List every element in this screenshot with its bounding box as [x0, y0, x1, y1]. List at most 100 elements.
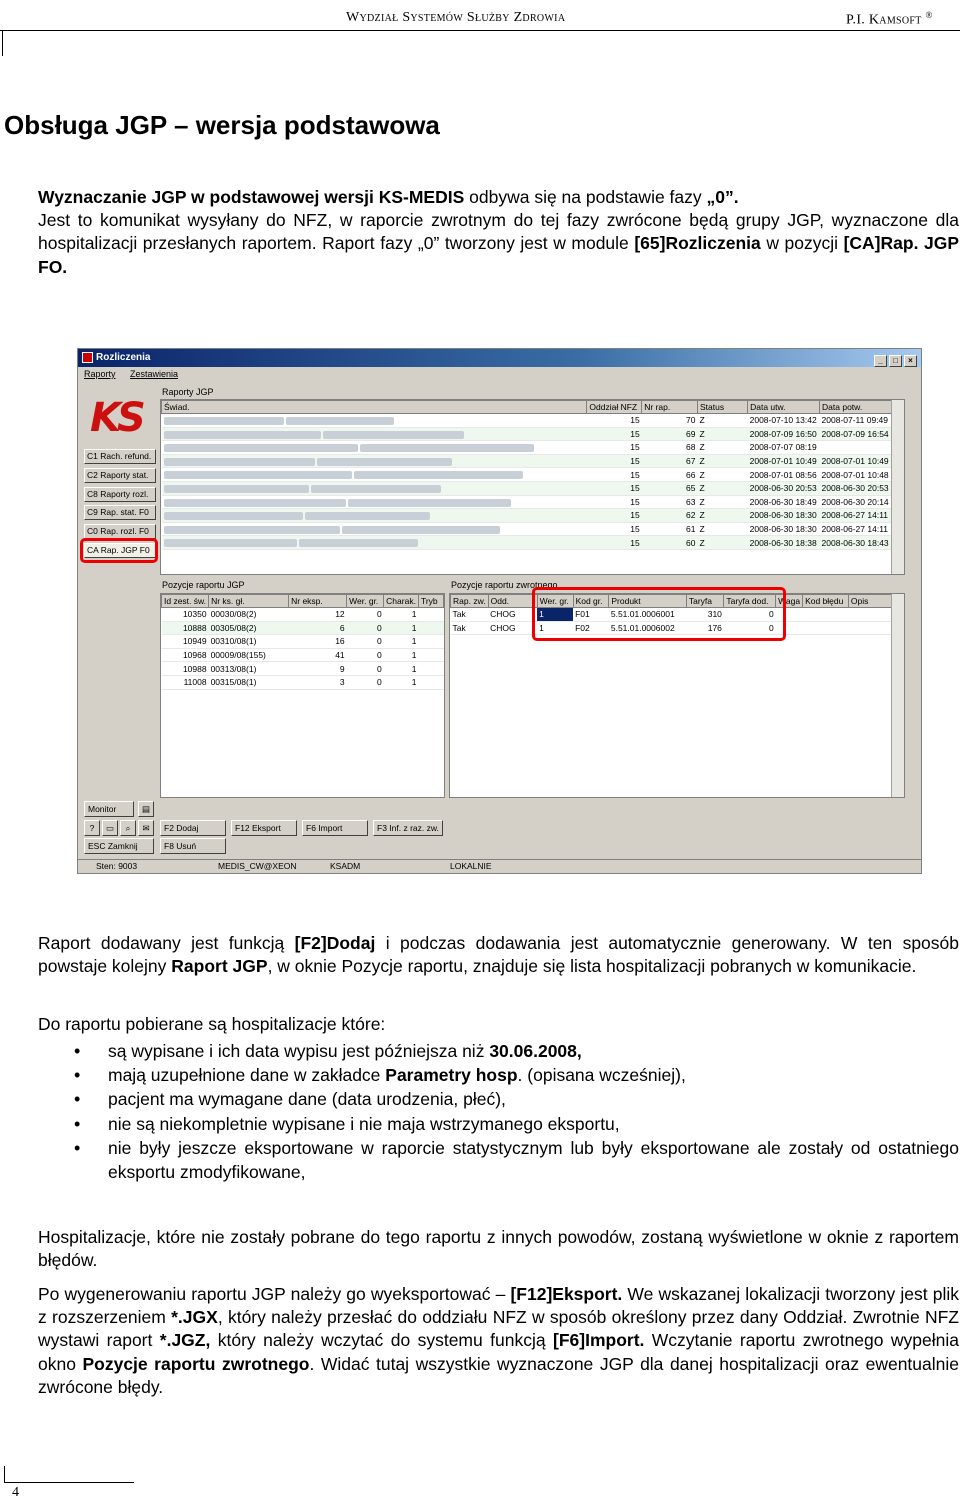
table-cell: 0	[346, 675, 384, 690]
table-row[interactable]: 10968 00009/08(155) 41 0 1	[161, 648, 444, 663]
table-cell: 2008-06-27 14:11	[819, 508, 892, 523]
pos-col-id[interactable]: Id zest. św.	[160, 594, 210, 608]
maximize-icon[interactable]: □	[889, 355, 902, 367]
redacted-cell	[161, 535, 587, 550]
inf-button[interactable]: F3 Inf. z raz. zw.	[373, 820, 443, 836]
export-button[interactable]: F12 Eksport	[231, 820, 297, 836]
table-cell: 15	[586, 454, 642, 469]
table-cell: 2008-06-30 18:30	[747, 522, 820, 537]
nav-c0[interactable]: C0 Rap. rozl. F0	[84, 524, 156, 539]
reports-table: Świad. Oddział NFZ Nr rap. Status Data u…	[160, 400, 892, 550]
table-cell: Z	[697, 508, 748, 523]
ks-logo: KS	[90, 395, 146, 441]
monitor-button[interactable]: Monitor	[84, 801, 134, 817]
table-cell: 00310/08(1)	[208, 634, 289, 649]
table-row[interactable]: 15 67 Z 2008-07-01 10:49 2008-07-01 10:49	[161, 454, 892, 469]
table-cell: 1	[383, 675, 419, 690]
table-row[interactable]: 15 65 Z 2008-06-30 20:53 2008-06-30 20:53	[161, 481, 892, 496]
menubar: Raporty Zestawienia	[78, 367, 921, 382]
col-datapotw[interactable]: Data potw.	[819, 400, 892, 414]
col-nrrap[interactable]: Nr rap.	[641, 400, 698, 414]
pos-col-wergr[interactable]: Wer. gr.	[346, 594, 385, 608]
pos-col-nreksp[interactable]: Nr eksp.	[288, 594, 348, 608]
table-cell	[848, 621, 892, 636]
table-row[interactable]: 15 66 Z 2008-07-01 08:56 2008-07-01 10:48	[161, 467, 892, 482]
menu-zestawienia[interactable]: Zestawienia	[130, 369, 178, 379]
window-titlebar: Rozliczenia _ □ ×	[78, 349, 921, 367]
table-row[interactable]: 15 69 Z 2008-07-09 16:50 2008-07-09 16:54	[161, 427, 892, 442]
table-row[interactable]: 11008 00315/08(1) 3 0 1	[161, 675, 444, 690]
close-button[interactable]: ESC Zamknij	[84, 838, 154, 854]
footer-rule	[4, 1482, 134, 1483]
lock-icon[interactable]: ▤	[138, 801, 154, 817]
return-scrollbar[interactable]	[891, 594, 904, 797]
table-cell: 2008-07-01 10:49	[747, 454, 820, 469]
table-row[interactable]: 15 62 Z 2008-06-30 18:30 2008-06-27 14:11	[161, 508, 892, 523]
table-cell: 00313/08(1)	[208, 661, 289, 676]
table-cell: Z	[697, 440, 748, 455]
ret-col-opis[interactable]: Opis	[847, 594, 893, 608]
import-button[interactable]: F6 Import	[302, 820, 368, 836]
table-cell: 15	[586, 495, 642, 510]
ret-col-kodbledu[interactable]: Kod błędu	[802, 594, 849, 608]
close-icon[interactable]: ×	[904, 355, 917, 367]
nav-c8[interactable]: C8 Raporty rozl.	[84, 487, 156, 502]
table-row[interactable]: 15 68 Z 2008-07-07 08:19	[161, 440, 892, 455]
table-row[interactable]: 10888 00305/08(2) 6 0 1	[161, 621, 444, 636]
status-module: KSADM	[330, 861, 361, 871]
redacted-cell	[161, 440, 587, 455]
pos-col-nrks[interactable]: Nr ks. gł.	[208, 594, 290, 608]
table-cell: 0	[346, 648, 384, 663]
table-row[interactable]: 15 60 Z 2008-06-30 18:38 2008-06-30 18:43	[161, 535, 892, 550]
table-cell: 15	[586, 508, 642, 523]
delete-button[interactable]: F8 Usuń	[160, 838, 226, 854]
table-cell: 6	[288, 621, 347, 636]
list-item: są wypisane i ich data wypisu jest późni…	[4, 1039, 959, 1063]
header-right: P.I. Kamsoft ®	[846, 10, 933, 28]
table-cell: 66	[641, 467, 698, 482]
table-cell: 2008-07-01 10:49	[819, 454, 892, 469]
col-oddzial[interactable]: Oddział NFZ	[586, 400, 643, 414]
col-datautw[interactable]: Data utw.	[747, 400, 821, 414]
table-cell: 00315/08(1)	[208, 675, 289, 690]
add-button[interactable]: F2 Dodaj	[160, 820, 226, 836]
redacted-cell	[161, 454, 587, 469]
help-icon[interactable]: ?	[84, 820, 100, 836]
table-cell: 0	[346, 607, 384, 622]
table-cell: 69	[641, 427, 698, 442]
minimize-icon[interactable]: _	[874, 355, 887, 367]
menu-raporty[interactable]: Raporty	[84, 369, 116, 379]
nav-c1[interactable]: C1 Rach. refund.	[84, 449, 156, 464]
col-swiad[interactable]: Świad.	[160, 400, 588, 414]
table-row[interactable]: 10988 00313/08(1) 9 0 1	[161, 661, 444, 676]
table-cell: 15	[586, 440, 642, 455]
reports-scrollbar[interactable]	[891, 400, 904, 574]
table-cell: 00030/08(2)	[208, 607, 289, 622]
table-cell: Z	[697, 467, 748, 482]
table-row[interactable]: 15 70 Z 2008-07-10 13:42 2008-07-11 09:49	[161, 413, 892, 428]
status-sten: Sten: 9003	[96, 861, 138, 871]
pos-col-tryb[interactable]: Tryb	[417, 594, 445, 608]
table-cell	[819, 440, 892, 455]
table-row[interactable]: 10949 00310/08(1) 16 0 1	[161, 634, 444, 649]
redacted-cell	[161, 413, 587, 428]
pos-col-charak[interactable]: Charak.	[383, 594, 419, 608]
table-row[interactable]: 15 63 Z 2008-06-30 18:49 2008-06-30 20:14	[161, 495, 892, 510]
mail-icon[interactable]: ✉	[138, 820, 154, 836]
print-icon[interactable]: ▭	[102, 820, 118, 836]
table-cell: 10988	[161, 661, 209, 676]
table-cell: 15	[586, 481, 642, 496]
nav-c2[interactable]: C2 Raporty stat.	[84, 468, 156, 483]
table-cell: 15	[586, 413, 642, 428]
list-item: pacjent ma wymagane dane (data urodzenia…	[4, 1087, 959, 1111]
list-item: mają uzupełnione dane w zakładce Paramet…	[4, 1063, 959, 1087]
ret-col-odd[interactable]: Odd.	[487, 594, 538, 608]
col-status[interactable]: Status	[696, 400, 749, 414]
search-icon[interactable]: ⌕	[120, 820, 136, 836]
ret-col-rapzw[interactable]: Rap. zw.	[450, 594, 489, 608]
table-cell: 15	[586, 467, 642, 482]
table-row[interactable]: 15 61 Z 2008-06-30 18:30 2008-06-27 14:11	[161, 522, 892, 537]
nav-c9[interactable]: C9 Rap. stat. F0	[84, 505, 156, 520]
positions-table: Id zest. św. Nr ks. gł. Nr eksp. Wer. gr…	[160, 594, 445, 690]
table-row[interactable]: 10350 00030/08(2) 12 0 1	[161, 607, 444, 622]
